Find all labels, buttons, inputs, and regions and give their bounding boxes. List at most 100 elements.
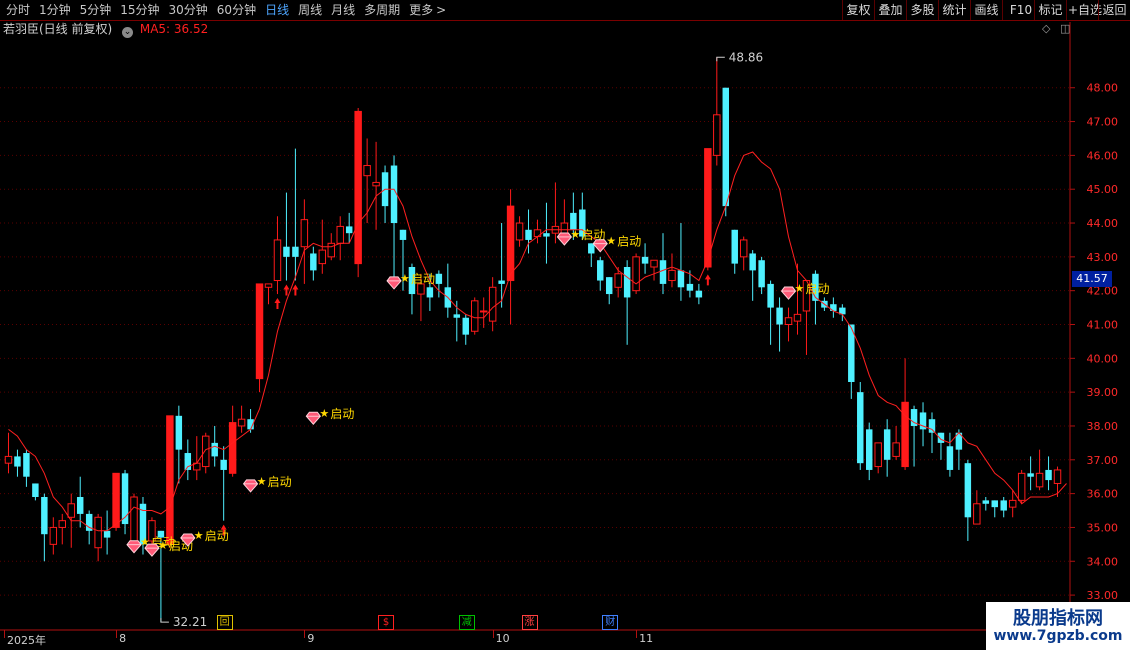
- price-tick-label: 46.00: [1087, 149, 1119, 162]
- candle: [758, 256, 765, 295]
- price-tick-label: 35.00: [1087, 521, 1119, 534]
- candle-body: [4, 455, 13, 464]
- candle: [310, 246, 317, 281]
- gem-icon: [126, 540, 142, 554]
- candle: [892, 425, 900, 460]
- candle-body: [892, 442, 900, 457]
- candle-body: [632, 256, 640, 292]
- candle-body: [928, 419, 936, 433]
- candle: [982, 497, 990, 511]
- candle: [515, 216, 524, 247]
- candle: [739, 236, 748, 271]
- candle-body: [588, 243, 595, 254]
- candle: [695, 283, 703, 305]
- candle: [479, 297, 488, 328]
- candle-body: [722, 87, 729, 207]
- price-tick-label: 39.00: [1087, 386, 1119, 399]
- candle-body: [713, 114, 721, 156]
- high-pointer: [716, 56, 725, 62]
- candle: [623, 260, 631, 345]
- candle-body: [668, 269, 676, 282]
- star-icon: ★: [257, 475, 267, 488]
- candle-body: [937, 432, 945, 443]
- candle-body: [982, 500, 990, 504]
- gem-icon: [242, 479, 259, 493]
- candle: [363, 138, 371, 224]
- candle: [273, 216, 282, 295]
- candle: [776, 297, 783, 352]
- candle: [677, 223, 685, 301]
- up-arrow-icon: [704, 274, 711, 286]
- candle: [1045, 456, 1052, 491]
- candle-body: [202, 435, 210, 468]
- candle-body: [23, 453, 30, 477]
- candle-body: [103, 530, 111, 538]
- candle: [1017, 469, 1026, 504]
- candle: [1053, 466, 1062, 497]
- star-icon: ★: [319, 407, 329, 420]
- candle: [848, 324, 855, 399]
- candle-body: [749, 253, 756, 271]
- candle-body: [1008, 499, 1017, 508]
- candle-body: [130, 496, 138, 542]
- candle-body: [1000, 500, 1007, 511]
- price-tick-label: 40.00: [1087, 352, 1119, 365]
- event-mark[interactable]: 回: [216, 615, 233, 630]
- event-mark[interactable]: 减: [458, 615, 475, 630]
- watermark-url: www.7gpzb.com: [993, 628, 1123, 644]
- star-icon: ★: [158, 539, 168, 552]
- candle: [103, 510, 111, 555]
- candle: [94, 513, 102, 562]
- candle-body: [498, 280, 505, 284]
- event-mark[interactable]: 涨: [521, 615, 538, 630]
- event-mark[interactable]: $: [378, 615, 395, 630]
- candle-body: [32, 483, 39, 497]
- date-label: 10: [495, 632, 510, 645]
- candle-body: [623, 267, 631, 298]
- event-mark[interactable]: 财: [602, 615, 619, 630]
- candle-body: [874, 442, 882, 468]
- candle: [130, 493, 138, 545]
- candle: [749, 250, 756, 301]
- candle-body: [336, 225, 344, 244]
- candle-body: [964, 463, 972, 518]
- candle: [1027, 456, 1034, 491]
- candle-body: [739, 239, 748, 258]
- candle-body: [363, 165, 371, 177]
- candle-body: [58, 520, 67, 528]
- gem-icon: [556, 232, 573, 246]
- candle-body: [318, 249, 327, 265]
- candle-body: [1053, 469, 1062, 484]
- price-tick-label: 33.00: [1087, 589, 1119, 602]
- candle-body: [695, 290, 703, 298]
- candle-body: [300, 219, 309, 248]
- candle-body: [830, 304, 837, 311]
- candle: [533, 219, 542, 244]
- candlestick-chart[interactable]: 48.0047.0046.0045.0044.0043.0042.0041.00…: [0, 0, 1130, 650]
- candle-body: [533, 229, 542, 238]
- gem-icon: [386, 276, 402, 290]
- candle-body: [776, 307, 783, 325]
- signal-label: 启动: [268, 475, 292, 489]
- candle-body: [1045, 469, 1052, 481]
- candle-body: [866, 429, 873, 470]
- candle-body-filled: [901, 402, 909, 467]
- candle-body-filled: [507, 206, 514, 281]
- date-tick: [4, 630, 5, 638]
- star-icon: ★: [795, 282, 805, 295]
- candle-body: [659, 260, 667, 284]
- candle-body-filled: [704, 148, 712, 267]
- date-tick: [116, 630, 118, 638]
- candle: [23, 449, 30, 487]
- candle-body: [479, 310, 488, 313]
- price-tick-label: 41.00: [1087, 319, 1119, 332]
- candle-body: [883, 429, 891, 460]
- candle: [784, 307, 793, 342]
- candle-body: [650, 259, 658, 268]
- candle: [390, 155, 398, 281]
- candle: [641, 243, 649, 274]
- candle: [444, 263, 452, 318]
- high-price-label: 48.86: [729, 50, 763, 64]
- candle: [381, 165, 389, 224]
- up-arrow-icon: [292, 284, 299, 296]
